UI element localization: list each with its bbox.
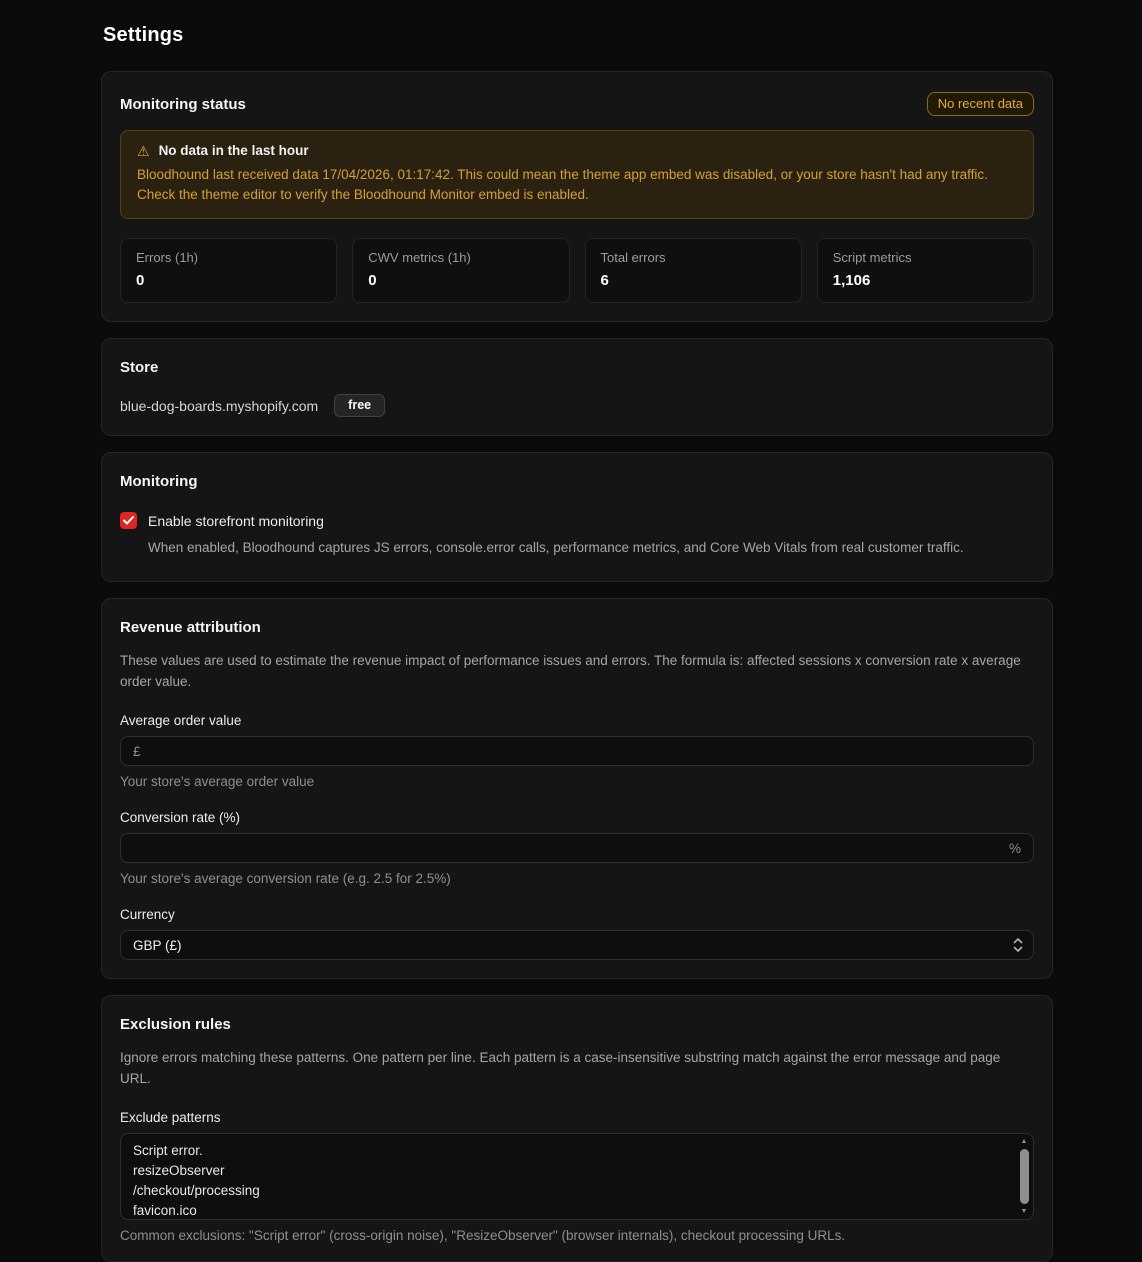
conversion-rate-input[interactable] <box>133 841 1001 856</box>
monitoring-status-title: Monitoring status <box>120 96 246 113</box>
monitoring-status-header: Monitoring status No recent data <box>120 92 1034 116</box>
currency-field-group: Currency GBP (£) <box>120 907 1034 960</box>
metric-script-metrics: Script metrics 1,106 <box>817 238 1034 303</box>
no-data-warning-banner: ⚠ No data in the last hour Bloodhound la… <box>120 130 1034 219</box>
scroll-down-arrow-icon[interactable]: ▼ <box>1021 1207 1028 1216</box>
exclude-patterns-help-text: Common exclusions: "Script error" (cross… <box>120 1228 1034 1243</box>
metric-label: CWV metrics (1h) <box>368 250 553 265</box>
metric-value: 1,106 <box>833 272 1018 289</box>
plan-badge: free <box>334 394 385 417</box>
currency-label: Currency <box>120 907 1034 922</box>
store-row: blue-dog-boards.myshopify.com free <box>120 394 1034 417</box>
enable-monitoring-row[interactable]: Enable storefront monitoring <box>120 512 1034 529</box>
conversion-label: Conversion rate (%) <box>120 810 1034 825</box>
warning-title: No data in the last hour <box>159 143 309 158</box>
store-domain: blue-dog-boards.myshopify.com <box>120 398 318 414</box>
metric-value: 0 <box>368 272 553 289</box>
monitoring-status-card: Monitoring status No recent data ⚠ No da… <box>101 71 1053 322</box>
monitoring-description: When enabled, Bloodhound captures JS err… <box>148 538 1034 558</box>
metric-label: Errors (1h) <box>136 250 321 265</box>
chevron-updown-icon <box>1013 937 1023 953</box>
aov-field-group: Average order value £ Your store's avera… <box>120 713 1034 789</box>
scroll-up-arrow-icon[interactable]: ▲ <box>1021 1137 1028 1146</box>
metric-label: Script metrics <box>833 250 1018 265</box>
metric-value: 0 <box>136 272 321 289</box>
page-title: Settings <box>103 24 1053 47</box>
exclusion-rules-title: Exclusion rules <box>120 1016 1034 1033</box>
currency-prefix: £ <box>133 744 141 759</box>
metrics-row: Errors (1h) 0 CWV metrics (1h) 0 Total e… <box>120 238 1034 303</box>
aov-input[interactable] <box>149 744 1021 759</box>
metric-value: 6 <box>601 272 786 289</box>
metric-cwv-1h: CWV metrics (1h) 0 <box>352 238 569 303</box>
currency-selected-value: GBP (£) <box>133 938 182 953</box>
no-recent-data-badge: No recent data <box>927 92 1034 116</box>
warning-triangle-icon: ⚠ <box>137 144 150 158</box>
exclude-patterns-field-group: Exclude patterns Script error. resizeObs… <box>120 1110 1034 1243</box>
enable-monitoring-label: Enable storefront monitoring <box>148 513 324 529</box>
metric-total-errors: Total errors 6 <box>585 238 802 303</box>
scrollbar-thumb[interactable] <box>1020 1149 1029 1204</box>
exclusion-rules-description: Ignore errors matching these patterns. O… <box>120 1048 1034 1089</box>
settings-page: Settings Monitoring status No recent dat… <box>101 0 1053 1262</box>
percent-suffix: % <box>1009 841 1021 856</box>
metric-label: Total errors <box>601 250 786 265</box>
warning-body-text: Bloodhound last received data 17/04/2026… <box>137 165 1017 205</box>
exclusion-rules-card: Exclusion rules Ignore errors matching t… <box>101 995 1053 1262</box>
textarea-scrollbar[interactable]: ▲ ▼ <box>1018 1137 1030 1216</box>
exclude-patterns-box: Script error. resizeObserver /checkout/p… <box>120 1133 1034 1220</box>
conversion-input-box[interactable]: % <box>120 833 1034 863</box>
conversion-field-group: Conversion rate (%) % Your store's avera… <box>120 810 1034 886</box>
exclude-patterns-label: Exclude patterns <box>120 1110 1034 1125</box>
monitoring-card: Monitoring Enable storefront monitoring … <box>101 452 1053 582</box>
check-icon <box>123 516 134 525</box>
warning-banner-header: ⚠ No data in the last hour <box>137 143 1017 158</box>
metric-errors-1h: Errors (1h) 0 <box>120 238 337 303</box>
revenue-attribution-title: Revenue attribution <box>120 619 1034 636</box>
currency-select[interactable]: GBP (£) <box>120 930 1034 960</box>
exclude-patterns-textarea[interactable]: Script error. resizeObserver /checkout/p… <box>121 1134 1015 1219</box>
conversion-help-text: Your store's average conversion rate (e.… <box>120 871 1034 886</box>
revenue-attribution-description: These values are used to estimate the re… <box>120 651 1034 692</box>
monitoring-title: Monitoring <box>120 473 1034 490</box>
store-title: Store <box>120 359 1034 376</box>
revenue-attribution-card: Revenue attribution These values are use… <box>101 598 1053 979</box>
aov-input-box[interactable]: £ <box>120 736 1034 766</box>
aov-help-text: Your store's average order value <box>120 774 1034 789</box>
store-card: Store blue-dog-boards.myshopify.com free <box>101 338 1053 436</box>
aov-label: Average order value <box>120 713 1034 728</box>
checkbox-checked-icon[interactable] <box>120 512 137 529</box>
